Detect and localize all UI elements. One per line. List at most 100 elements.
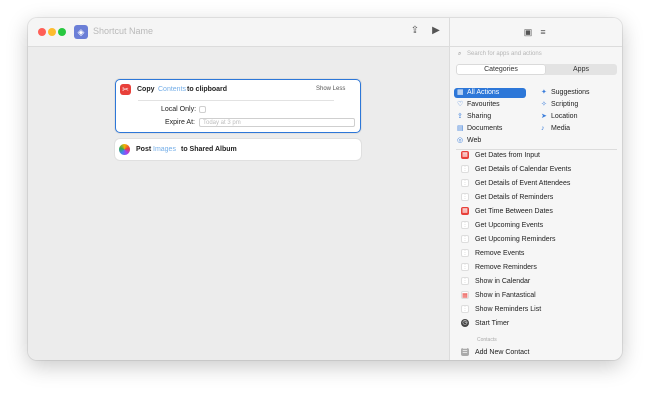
divider xyxy=(138,100,334,101)
action-label: Show in Calendar xyxy=(475,278,531,285)
action-library-pane: ▣ ≡ ⌕ Search for apps and actions Catego… xyxy=(449,18,622,360)
shortcut-name-field[interactable]: Shortcut Name xyxy=(93,26,153,36)
close-window-button[interactable] xyxy=(38,28,46,36)
action-row[interactable]: ⋮ Remove Events xyxy=(460,248,615,259)
category-label: Sharing xyxy=(467,113,492,120)
post-suffix: to Shared Album xyxy=(181,146,237,153)
category-sharing[interactable]: ⇪ Sharing xyxy=(454,112,526,122)
category-label: Location xyxy=(551,113,578,120)
local-only-label: Local Only: xyxy=(161,106,197,113)
minimize-window-button[interactable] xyxy=(48,28,56,36)
tab-apps[interactable]: Apps xyxy=(546,65,616,74)
category-label: Web xyxy=(467,137,482,144)
share-icon[interactable]: ⇪ xyxy=(408,24,422,38)
post-verb: Post xyxy=(136,146,152,153)
reminders-icon: ⋮ xyxy=(461,235,469,243)
expire-at-field[interactable]: Today at 3 pm xyxy=(199,118,355,127)
category-scripting[interactable]: ✧ Scripting xyxy=(538,100,610,110)
show-less-button[interactable]: Show Less xyxy=(316,85,345,94)
section-header-contacts: Contacts xyxy=(477,337,497,343)
category-label: Favourites xyxy=(467,101,500,108)
reminders-icon: ⋮ xyxy=(461,249,469,257)
action-row[interactable]: ▦ Show in Fantastical xyxy=(460,290,615,301)
document-icon: ▤ xyxy=(457,125,464,132)
editor-canvas[interactable]: ✂ Copy Contents to clipboard Show Less L… xyxy=(28,47,449,360)
action-label: Remove Reminders xyxy=(475,264,537,271)
copy-to-clipboard-action[interactable]: ✂ Copy Contents to clipboard Show Less L… xyxy=(115,79,361,133)
library-tabs: Categories Apps xyxy=(456,64,617,75)
reminders-icon: ⋮ xyxy=(461,221,469,229)
copy-verb: Copy xyxy=(137,86,155,93)
copy-suffix: to clipboard xyxy=(187,86,228,93)
editor-pane: ◈ Shortcut Name ⇪ ▶ ✂ Copy Contents to c… xyxy=(28,18,449,360)
contact-icon: ☰ xyxy=(461,348,469,356)
action-label: Get Upcoming Events xyxy=(475,222,544,229)
action-label: Get Details of Event Attendees xyxy=(475,180,571,187)
action-row[interactable]: ⋮ Get Upcoming Events xyxy=(460,220,615,231)
category-label: All Actions xyxy=(467,89,500,96)
category-media[interactable]: ♪ Media xyxy=(538,124,610,134)
play-icon[interactable]: ▶ xyxy=(429,24,443,38)
category-label: Scripting xyxy=(551,101,579,108)
shortcuts-window: ◈ Shortcut Name ⇪ ▶ ✂ Copy Contents to c… xyxy=(28,18,622,360)
action-label: Remove Events xyxy=(475,250,525,257)
post-to-shared-album-action[interactable]: Post Images to Shared Album xyxy=(115,139,361,160)
category-label: Documents xyxy=(467,125,503,132)
photos-icon xyxy=(119,144,130,155)
reminders-icon: ⋮ xyxy=(461,305,469,313)
action-row[interactable]: ⋮ Show in Calendar xyxy=(460,276,615,287)
action-label: Get Upcoming Reminders xyxy=(475,236,556,243)
action-label: Get Dates from Input xyxy=(475,152,540,159)
timer-icon: ◷ xyxy=(461,319,469,327)
category-web[interactable]: ◎ Web xyxy=(454,136,526,146)
reminders-icon: ⋮ xyxy=(461,165,469,173)
compass-icon: ◎ xyxy=(457,137,464,144)
category-label: Suggestions xyxy=(551,89,590,96)
zoom-window-button[interactable] xyxy=(58,28,66,36)
titlebar: ◈ Shortcut Name ⇪ ▶ xyxy=(28,18,449,47)
reminders-icon: ⋮ xyxy=(461,179,469,187)
library-header: ▣ ≡ xyxy=(450,18,622,47)
action-row[interactable]: ⋮ Get Details of Reminders xyxy=(460,192,615,203)
search-placeholder: Search for apps and actions xyxy=(467,51,542,57)
images-variable[interactable]: Images xyxy=(153,145,176,154)
action-row[interactable]: ⋮ Get Upcoming Reminders xyxy=(460,234,615,245)
shortcut-app-icon[interactable]: ◈ xyxy=(74,25,88,39)
action-row[interactable]: ⋮ Show Reminders List xyxy=(460,304,615,315)
contents-variable[interactable]: Contents xyxy=(158,85,186,94)
action-row[interactable]: ▦ Get Dates from Input xyxy=(460,150,615,161)
action-label: Get Details of Reminders xyxy=(475,194,554,201)
category-documents[interactable]: ▤ Documents xyxy=(454,124,526,134)
action-library-icon[interactable]: ▣ xyxy=(521,25,535,39)
expire-at-label: Expire At: xyxy=(165,119,195,126)
category-all-actions[interactable]: ▦ All Actions xyxy=(454,88,526,98)
music-icon: ♪ xyxy=(541,125,545,132)
heart-icon: ♡ xyxy=(457,101,464,108)
location-icon: ➤ xyxy=(541,113,547,120)
category-location[interactable]: ➤ Location xyxy=(538,112,610,122)
calendar-icon: ▦ xyxy=(461,151,469,159)
details-icon[interactable]: ≡ xyxy=(536,25,550,39)
search-field[interactable]: ⌕ Search for apps and actions xyxy=(456,50,617,59)
action-row[interactable]: ▦ Get Time Between Dates xyxy=(460,206,615,217)
category-label: Media xyxy=(551,125,571,132)
scripting-icon: ✧ xyxy=(541,101,547,108)
scissors-icon: ✂ xyxy=(120,84,131,95)
action-label: Show Reminders List xyxy=(475,306,542,313)
tab-categories[interactable]: Categories xyxy=(457,65,545,74)
action-label: Add New Contact xyxy=(475,349,530,356)
category-suggestions[interactable]: ✦ Suggestions xyxy=(538,88,610,98)
reminders-icon: ⋮ xyxy=(461,263,469,271)
search-icon: ⌕ xyxy=(458,51,462,57)
grid-icon: ▦ xyxy=(457,89,464,96)
action-row[interactable]: ◷ Start Timer xyxy=(460,318,615,329)
reminders-icon: ⋮ xyxy=(461,193,469,201)
action-row[interactable]: ⋮ Get Details of Event Attendees xyxy=(460,178,615,189)
category-favourites[interactable]: ♡ Favourites xyxy=(454,100,526,110)
action-label: Show in Fantastical xyxy=(475,292,536,299)
reminders-icon: ⋮ xyxy=(461,277,469,285)
action-row[interactable]: ⋮ Remove Reminders xyxy=(460,262,615,273)
action-row[interactable]: ⋮ Get Details of Calendar Events xyxy=(460,164,615,175)
local-only-checkbox[interactable] xyxy=(199,106,206,113)
action-row[interactable]: ☰ Add New Contact xyxy=(460,347,615,358)
